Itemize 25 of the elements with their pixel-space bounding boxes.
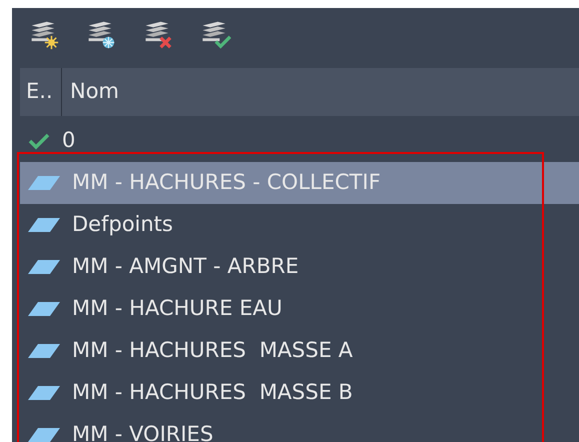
- layer-name: MM - HACHURE EAU: [72, 295, 282, 322]
- layer-icon: [28, 176, 60, 190]
- layer-icon: [28, 344, 60, 358]
- layer-row[interactable]: MM - AMGNT - ARBRE: [20, 246, 579, 288]
- layer-row[interactable]: 0: [20, 120, 579, 162]
- layer-icon: [28, 428, 60, 442]
- layer-name: MM - HACHURES MASSE B: [72, 379, 353, 406]
- layer-icon: [28, 260, 60, 274]
- check-icon: [28, 132, 50, 150]
- layer-row[interactable]: Defpoints: [20, 204, 579, 246]
- column-header[interactable]: Nom: [62, 76, 120, 108]
- layer-name: MM - AMGNT - ARBRE: [72, 253, 299, 280]
- layer-row[interactable]: MM - HACHURE EAU: [20, 288, 579, 330]
- layer-icon: [28, 386, 60, 400]
- layer-icon: [28, 218, 60, 232]
- layer-row[interactable]: MM - VOIRIES: [20, 414, 579, 442]
- layer-name: Defpoints: [72, 211, 173, 238]
- layer-row[interactable]: MM - HACHURES MASSE A: [20, 330, 579, 372]
- layer-name: MM - HACHURES MASSE A: [72, 337, 353, 364]
- column-header[interactable]: E..: [20, 68, 62, 116]
- layer-name: MM - HACHURES - COLLECTIF: [72, 169, 381, 196]
- layer-icon: [28, 302, 60, 316]
- layer-name: MM - VOIRIES: [72, 421, 214, 442]
- layer-row[interactable]: MM - HACHURES MASSE B: [20, 372, 579, 414]
- layer-name: 0: [62, 127, 76, 154]
